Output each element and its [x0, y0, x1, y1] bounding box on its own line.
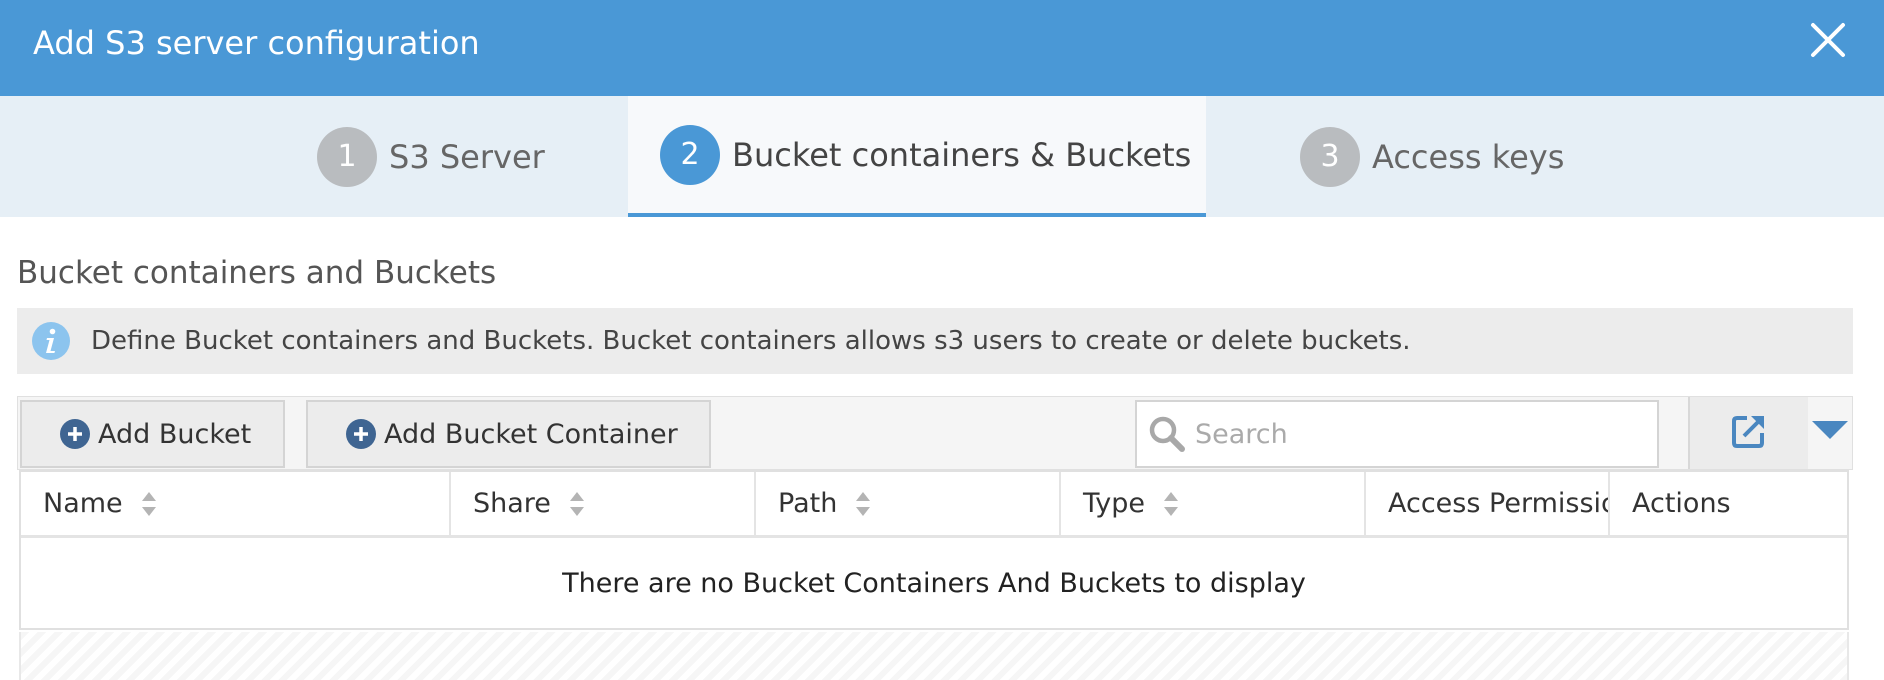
plus-circle-icon [60, 419, 90, 449]
add-bucket-label: Add Bucket [98, 418, 252, 450]
step-number: 1 [317, 126, 377, 187]
section-title: Bucket containers and Buckets [17, 255, 497, 291]
column-label: Path [778, 488, 838, 519]
wizard-steps: 1 S3 Server 2 Bucket containers & Bucket… [0, 96, 1884, 217]
step-label: S3 Server [389, 137, 545, 176]
sort-icon [141, 491, 157, 517]
step-bucket-containers[interactable]: 2 Bucket containers & Buckets [628, 96, 1206, 217]
search-input[interactable] [1195, 418, 1635, 450]
info-banner: Define Bucket containers and Buckets. Bu… [17, 308, 1853, 374]
column-label: Type [1083, 488, 1146, 519]
step-access-keys[interactable]: 3 Access keys [1300, 96, 1564, 217]
add-bucket-container-button[interactable]: Add Bucket Container [306, 400, 711, 468]
table-header: Name Share Path Type Access Permissic Ac… [21, 472, 1847, 538]
step-number: 2 [660, 124, 720, 185]
column-header-name[interactable]: Name [21, 472, 451, 535]
column-header-path[interactable]: Path [756, 472, 1061, 535]
step-number: 3 [1300, 126, 1360, 187]
info-text: Define Bucket containers and Buckets. Bu… [91, 326, 1411, 356]
dialog-title: Add S3 server configuration [33, 24, 480, 62]
column-header-actions: Actions [1610, 472, 1847, 535]
sort-icon [569, 491, 585, 517]
dialog-header: Add S3 server configuration [0, 0, 1884, 96]
table-footer-area [19, 632, 1849, 680]
add-bucket-container-label: Add Bucket Container [384, 418, 678, 450]
export-button[interactable] [1688, 397, 1808, 469]
sort-icon [855, 491, 871, 517]
options-dropdown[interactable] [1808, 397, 1852, 469]
column-header-share[interactable]: Share [451, 472, 756, 535]
plus-circle-icon [346, 419, 376, 449]
sort-icon [1163, 491, 1179, 517]
column-header-access-permissions: Access Permissic [1366, 472, 1610, 535]
add-bucket-button[interactable]: Add Bucket [20, 400, 285, 468]
column-label: Share [473, 488, 551, 519]
step-label: Access keys [1372, 137, 1565, 176]
external-link-icon [1730, 412, 1768, 454]
info-icon [31, 321, 71, 361]
buckets-table: Name Share Path Type Access Permissic Ac… [19, 470, 1849, 630]
step-label: Bucket containers & Buckets [732, 135, 1192, 174]
column-label: Actions [1632, 488, 1731, 519]
column-header-type[interactable]: Type [1061, 472, 1366, 535]
column-label: Access Permissic [1388, 488, 1610, 519]
search-icon [1147, 414, 1187, 454]
close-icon[interactable] [1808, 20, 1848, 60]
empty-message: There are no Bucket Containers And Bucke… [562, 567, 1306, 599]
step-s3-server[interactable]: 1 S3 Server [317, 96, 545, 217]
caret-down-icon [1812, 421, 1848, 445]
column-label: Name [43, 488, 123, 519]
table-toolbar: Add Bucket Add Bucket Container [17, 396, 1853, 470]
search-box [1135, 400, 1659, 468]
